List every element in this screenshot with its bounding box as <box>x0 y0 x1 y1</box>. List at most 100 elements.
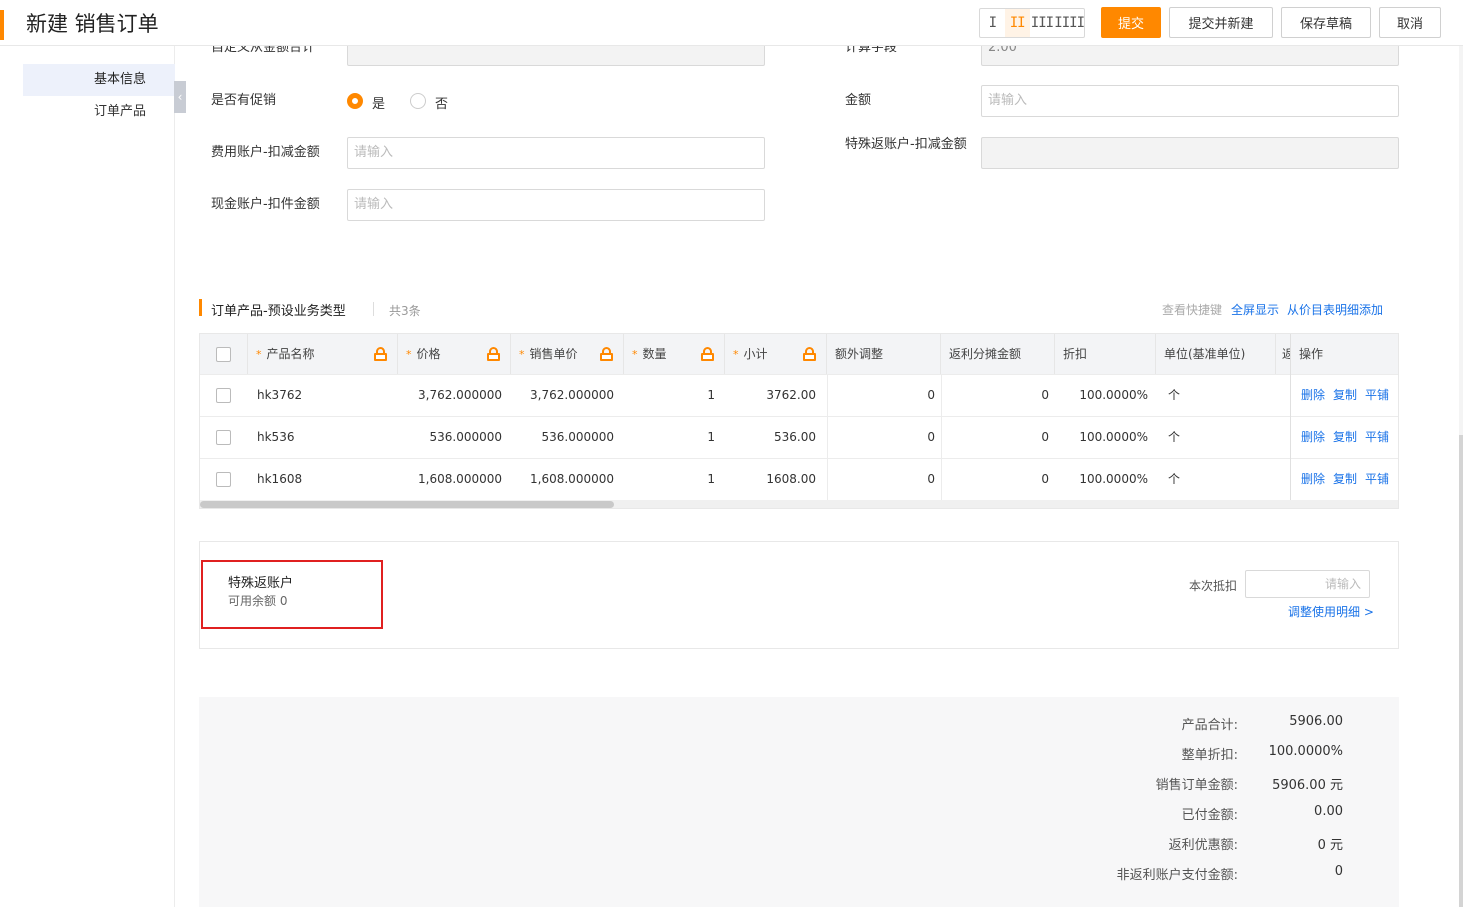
page-header: 新建 销售订单 I II III IIII 提交 提交并新建 保存草稿 取消 <box>0 0 1463 46</box>
unit-price-cell[interactable]: 536.000000 <box>511 417 614 458</box>
expense-deduct-input[interactable]: 请输入 <box>347 137 765 169</box>
tile-row-link[interactable]: 平铺 <box>1365 417 1389 458</box>
column-header-extra-adjust[interactable]: 额外调整 <box>827 334 941 374</box>
submit-and-new-button[interactable]: 提交并新建 <box>1169 7 1273 38</box>
summary-row-product-total: 产品合计: 5906.00 <box>199 714 1399 734</box>
special-rebate-deduct-field <box>981 137 1399 169</box>
promotion-no-radio[interactable] <box>410 93 426 109</box>
subtotal-cell[interactable]: 536.00 <box>725 417 816 458</box>
lock-icon <box>701 347 714 361</box>
sidebar-collapse-chevron-icon[interactable]: ‹ <box>174 81 186 113</box>
sidebar-item-basic-info[interactable]: 基本信息 <box>23 64 175 96</box>
table-scrollbar-thumb[interactable] <box>200 501 614 508</box>
layout-3-column-option[interactable]: III <box>1030 9 1055 37</box>
unit-cell[interactable]: 个 <box>1168 375 1180 416</box>
table-row: hk3762 3,762.000000 3,762.000000 1 3762.… <box>200 374 1398 416</box>
unit-cell[interactable]: 个 <box>1168 417 1180 458</box>
delete-row-link[interactable]: 删除 <box>1301 459 1325 500</box>
unit-price-cell[interactable]: 1,608.000000 <box>511 459 614 500</box>
quantity-cell[interactable]: 1 <box>624 459 715 500</box>
table-header: * 产品名称 * 价格 * 销售单价 * 数量 * 小计 额外调整 返利分摊金额 折扣 单… <box>200 334 1398 374</box>
deduct-amount-input[interactable]: 请输入 <box>1245 570 1370 598</box>
add-from-pricebook-link[interactable]: 从价目表明细添加 <box>1287 301 1383 318</box>
unit-cell[interactable]: 个 <box>1168 459 1180 500</box>
lock-icon <box>487 347 500 361</box>
quantity-cell[interactable]: 1 <box>624 375 715 416</box>
row-checkbox[interactable] <box>216 472 231 487</box>
section-accent-bar <box>199 299 202 316</box>
extra-adjust-cell[interactable]: 0 <box>827 375 935 416</box>
column-header-discount[interactable]: 折扣 <box>1055 334 1156 374</box>
submit-button[interactable]: 提交 <box>1101 7 1161 38</box>
discount-cell[interactable]: 100.0000% <box>1055 459 1148 500</box>
cash-deduct-label: 现金账户-扣件金额 <box>211 197 320 212</box>
page-scrollbar-thumb[interactable] <box>1459 435 1463 907</box>
discount-cell[interactable]: 100.0000% <box>1055 417 1148 458</box>
sidebar-item-order-products[interactable]: 订单产品 <box>23 96 175 128</box>
unit-price-cell[interactable]: 3,762.000000 <box>511 375 614 416</box>
copy-row-link[interactable]: 复制 <box>1333 417 1357 458</box>
column-header-rebate-share[interactable]: 返利分摊金额 <box>941 334 1055 374</box>
lock-icon <box>374 347 387 361</box>
summary-value: 0.00 <box>1314 804 1343 819</box>
save-draft-button[interactable]: 保存草稿 <box>1281 7 1371 38</box>
layout-2-column-option[interactable]: II <box>1004 9 1030 37</box>
summary-label: 已付金额: <box>1181 808 1238 823</box>
extra-adjust-cell[interactable]: 0 <box>827 459 935 500</box>
summary-value: 0 <box>1334 864 1343 879</box>
summary-row-order-discount: 整单折扣: 100.0000% <box>199 744 1399 764</box>
product-name-cell[interactable]: hk1608 <box>257 459 302 500</box>
column-header-actions: 操作 <box>1299 347 1324 361</box>
expense-deduct-label: 费用账户-扣减金额 <box>211 145 320 160</box>
summary-label: 整单折扣: <box>1181 748 1238 763</box>
products-section-title: 订单产品-预设业务类型 <box>211 304 346 319</box>
summary-row-paid-amount: 已付金额: 0.00 <box>199 804 1399 824</box>
cash-deduct-input[interactable]: 请输入 <box>347 189 765 221</box>
price-cell[interactable]: 3,762.000000 <box>398 375 502 416</box>
select-all-checkbox[interactable] <box>216 347 231 362</box>
order-summary-panel: 产品合计: 5906.00 整单折扣: 100.0000% 销售订单金额: 59… <box>199 697 1399 907</box>
view-shortcuts-link[interactable]: 查看快捷键 <box>1162 301 1222 318</box>
rebate-share-cell[interactable]: 0 <box>941 417 1049 458</box>
product-name-cell[interactable]: hk536 <box>257 417 294 458</box>
price-cell[interactable]: 1,608.000000 <box>398 459 502 500</box>
row-checkbox[interactable] <box>216 388 231 403</box>
row-checkbox[interactable] <box>216 430 231 445</box>
summary-value: 100.0000% <box>1268 744 1343 759</box>
column-header-unit[interactable]: 单位(基准单位) <box>1156 334 1276 374</box>
tile-row-link[interactable]: 平铺 <box>1365 375 1389 416</box>
summary-label: 非返利账户支付金额: <box>1116 868 1238 883</box>
layout-column-toggle: I II III IIII <box>979 8 1085 38</box>
tile-row-link[interactable]: 平铺 <box>1365 459 1389 500</box>
rebate-share-cell[interactable]: 0 <box>941 459 1049 500</box>
quantity-cell[interactable]: 1 <box>624 417 715 458</box>
amount-input[interactable]: 请输入 <box>981 85 1399 117</box>
summary-value: 0 元 <box>1317 838 1343 853</box>
copy-row-link[interactable]: 复制 <box>1333 459 1357 500</box>
section-nav-sidebar: 基本信息 订单产品 <box>0 46 175 907</box>
deduct-amount-label: 本次抵扣 <box>1189 579 1238 593</box>
summary-label: 返利优惠额: <box>1168 838 1238 853</box>
adjust-usage-detail-link[interactable]: 调整使用明细 > <box>1288 603 1374 620</box>
copy-row-link[interactable]: 复制 <box>1333 375 1357 416</box>
delete-row-link[interactable]: 删除 <box>1301 375 1325 416</box>
fullscreen-link[interactable]: 全屏显示 <box>1231 301 1279 318</box>
product-name-cell[interactable]: hk3762 <box>257 375 302 416</box>
promotion-yes-radio[interactable] <box>347 93 363 109</box>
extra-adjust-cell[interactable]: 0 <box>827 417 935 458</box>
summary-label: 销售订单金额: <box>1155 778 1238 793</box>
summary-row-order-amount: 销售订单金额: 5906.00 元 <box>199 774 1399 794</box>
layout-4-column-option[interactable]: IIII <box>1054 9 1085 37</box>
subtotal-cell[interactable]: 3762.00 <box>725 375 816 416</box>
page-title: 新建 销售订单 <box>26 12 159 36</box>
column-header-truncated[interactable]: 返 <box>1276 334 1291 374</box>
summary-row-non-rebate-payment: 非返利账户支付金额: 0 <box>199 864 1399 884</box>
delete-row-link[interactable]: 删除 <box>1301 417 1325 458</box>
layout-1-column-option[interactable]: I <box>980 9 1005 37</box>
rebate-share-cell[interactable]: 0 <box>941 375 1049 416</box>
subtotal-cell[interactable]: 1608.00 <box>725 459 816 500</box>
cancel-button[interactable]: 取消 <box>1379 7 1441 38</box>
price-cell[interactable]: 536.000000 <box>398 417 502 458</box>
discount-cell[interactable]: 100.0000% <box>1055 375 1148 416</box>
amount-label: 金额 <box>845 93 872 108</box>
